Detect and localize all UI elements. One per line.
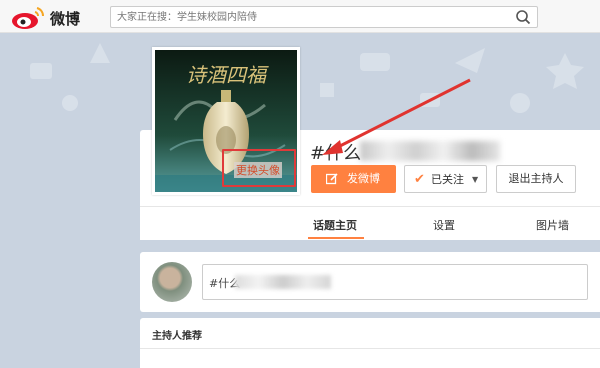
tab-topic-home[interactable]: 话题主页 [313,217,357,233]
composer-input[interactable]: #什么 [202,264,588,300]
following-label: 已关注 [431,173,464,186]
post-composer: #什么 [140,252,600,312]
tabs-divider [140,206,600,207]
search-icon[interactable] [515,9,531,25]
following-button[interactable]: ✔ 已关注 ▼ [404,165,487,193]
topic-title: #什么 [310,143,362,164]
caret-down-icon[interactable]: ▼ [472,166,478,194]
blurred-topic-text [235,275,331,289]
check-icon: ✔ [414,172,425,187]
host-recommend-heading: 主持人推荐 [152,331,202,342]
blurred-topic-name [360,141,500,161]
active-tab-indicator [308,237,364,239]
edit-icon [326,173,338,185]
change-avatar-button[interactable]: 更换头像 [222,149,296,187]
host-recommend-section: 主持人推荐 [140,318,600,368]
change-avatar-label: 更换头像 [234,162,282,178]
post-weibo-button[interactable]: 发微博 [311,165,396,193]
weibo-logo-icon [12,7,44,29]
user-avatar[interactable] [152,262,192,302]
background-pattern [30,43,584,113]
tab-photo-wall[interactable]: 图片墙 [536,217,569,233]
post-weibo-label: 发微博 [347,172,380,185]
exit-host-button[interactable]: 退出主持人 [496,165,576,193]
top-nav-bar: 微博 [0,0,600,33]
weibo-logo[interactable]: 微博 [10,4,90,30]
section-divider [140,348,600,349]
tab-settings[interactable]: 设置 [433,217,455,233]
search-box[interactable] [110,6,538,28]
search-input[interactable] [117,9,507,25]
logo-text: 微博 [50,10,81,28]
svg-text:诗酒四福: 诗酒四福 [186,63,269,87]
